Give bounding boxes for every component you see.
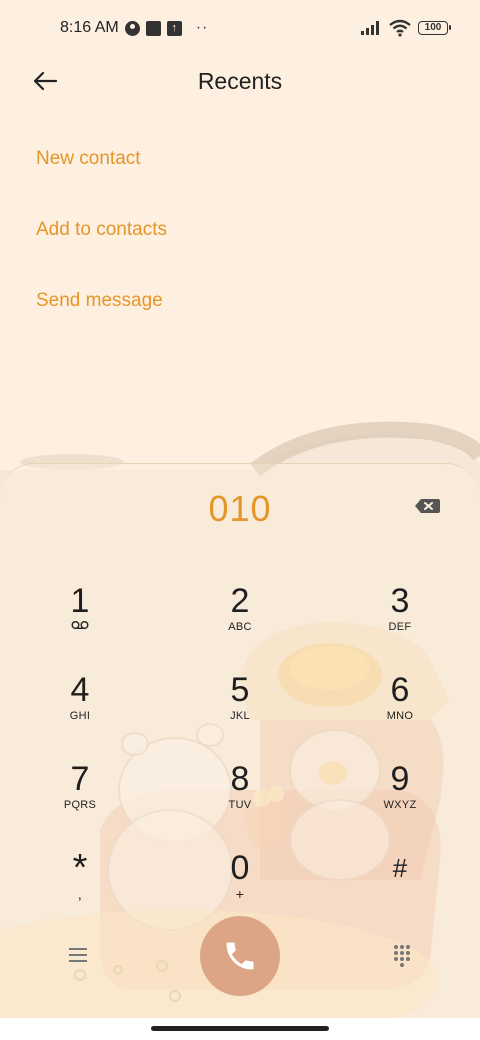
key-digit: 8 (230, 760, 250, 798)
phone-icon (226, 942, 254, 970)
key-4[interactable]: 4 GHI (25, 671, 135, 743)
battery-level: 100 (424, 22, 442, 33)
new-contact-option[interactable]: New contact (36, 148, 141, 170)
key-7[interactable]: 7 PQRS (25, 760, 135, 832)
key-letters: MNO (386, 710, 414, 722)
keypad-toggle-button[interactable] (386, 940, 418, 975)
status-bar: 8:16 AM ↑ ·· 100 (0, 0, 480, 56)
backspace-button[interactable] (412, 494, 442, 518)
key-letters: , (77, 886, 83, 902)
key-letters: DEF (388, 621, 412, 633)
square-icon (145, 20, 161, 36)
home-indicator[interactable] (151, 1026, 329, 1031)
key-1[interactable]: 1 (25, 582, 135, 654)
menu-button[interactable] (62, 940, 94, 975)
backspace-icon (415, 499, 440, 513)
key-digit: 6 (390, 671, 410, 709)
signal-icon (361, 21, 379, 35)
header: Recents (0, 56, 480, 106)
key-digit: * (72, 847, 88, 889)
key-digit: 4 (70, 671, 90, 709)
key-6[interactable]: 6 MNO (345, 671, 455, 743)
key-letters: + (235, 886, 245, 902)
key-letters: TUV (228, 799, 252, 811)
add-to-contacts-option[interactable]: Add to contacts (36, 219, 167, 241)
key-5[interactable]: 5 JKL (185, 671, 295, 743)
key-8[interactable]: 8 TUV (185, 760, 295, 832)
key-digit: 1 (70, 582, 90, 620)
more-notifications-dots: ·· (195, 19, 209, 36)
key-digit: 2 (230, 582, 250, 620)
call-button[interactable] (200, 916, 280, 996)
key-letters: GHI (69, 710, 91, 722)
key-2[interactable]: 2 ABC (185, 582, 295, 654)
key-letters: PQRS (63, 799, 97, 811)
key-letters: WXYZ (383, 799, 417, 811)
dialed-number: 010 (208, 488, 272, 529)
key-digit: # (392, 853, 408, 883)
battery-icon: 100 (418, 21, 451, 35)
voicemail-icon (71, 621, 89, 630)
key-star[interactable]: * , (25, 849, 135, 921)
key-3[interactable]: 3 DEF (345, 582, 455, 654)
send-message-option[interactable]: Send message (36, 290, 163, 312)
key-digit: 5 (230, 671, 250, 709)
key-9[interactable]: 9 WXYZ (345, 760, 455, 832)
status-time: 8:16 AM (60, 19, 119, 36)
upload-icon: ↑ (166, 20, 182, 36)
dialpad-icon (394, 945, 410, 967)
key-0[interactable]: 0 + (185, 849, 295, 921)
page-title: Recents (197, 68, 283, 94)
key-letters: ABC (228, 621, 252, 633)
wifi-icon (389, 19, 411, 37)
status-right: 100 (360, 19, 451, 37)
status-left: 8:16 AM ↑ ·· (60, 19, 208, 37)
hamburger-menu-icon (69, 948, 87, 962)
key-hash[interactable]: # (345, 849, 455, 921)
key-letters: JKL (230, 710, 250, 722)
key-digit: 9 (390, 760, 410, 798)
key-digit: 0 (230, 849, 250, 887)
app-round-icon (124, 20, 140, 36)
key-digit: 7 (70, 760, 90, 798)
key-digit: 3 (390, 582, 410, 620)
